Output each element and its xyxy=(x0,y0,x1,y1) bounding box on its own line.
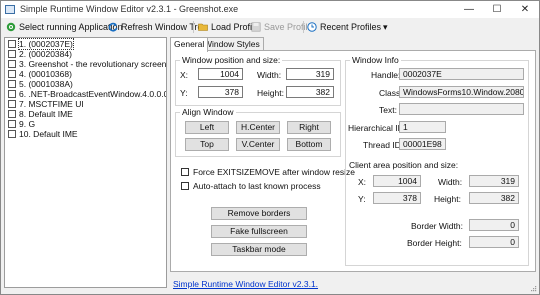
app-window-icon xyxy=(5,5,15,14)
tree-item[interactable]: 2. (00020384) xyxy=(8,49,72,59)
resize-grip-icon[interactable] xyxy=(529,284,537,292)
tree-item-checkbox[interactable] xyxy=(8,40,16,48)
height-field[interactable]: 382 xyxy=(286,86,334,98)
tree-item-checkbox[interactable] xyxy=(8,110,16,118)
title-bar: Simple Runtime Window Editor v2.3.1 - Gr… xyxy=(1,1,539,18)
align-group-title: Align Window xyxy=(180,107,236,117)
window-title: Simple Runtime Window Editor v2.3.1 - Gr… xyxy=(20,4,239,14)
client-y-field[interactable]: 378 xyxy=(373,192,421,204)
align-left-button[interactable]: Left xyxy=(185,121,229,134)
target-icon xyxy=(6,22,16,32)
recent-profiles-label: Recent Profiles xyxy=(320,22,382,32)
x-label: X: xyxy=(180,70,189,80)
tree-item-checkbox[interactable] xyxy=(8,80,16,88)
thread-id-field[interactable]: 00001E98 xyxy=(399,138,446,150)
client-width-field[interactable]: 319 xyxy=(469,175,519,187)
height-label: Height: xyxy=(257,88,284,98)
fake-fullscreen-button[interactable]: Fake fullscreen xyxy=(211,225,307,238)
checkbox-box[interactable] xyxy=(181,168,189,176)
taskbar-mode-button[interactable]: Taskbar mode xyxy=(211,243,307,256)
window-tree[interactable]: 1. (0002037E) 2. (00020384) 3. Greenshot… xyxy=(4,37,167,288)
save-disk-icon xyxy=(251,22,261,32)
general-tab-panel: Window position and size: X: 1004 Width:… xyxy=(170,50,536,272)
toolbar-separator xyxy=(193,21,194,33)
tree-item[interactable]: 6. .NET-BroadcastEventWindow.4.0.0.0. xyxy=(8,89,166,99)
client-x-label: X: xyxy=(358,177,367,187)
checkbox-box[interactable] xyxy=(181,182,189,190)
window-info-title: Window Info xyxy=(350,55,401,65)
clock-icon xyxy=(307,22,317,32)
border-width-field[interactable]: 0 xyxy=(469,219,519,231)
hierarchical-id-label: Hierarchical ID: xyxy=(348,123,407,133)
select-running-app-button[interactable]: Select running Application xyxy=(6,21,123,33)
maximize-button[interactable]: ☐ xyxy=(483,1,511,18)
position-group-title: Window position and size: xyxy=(180,55,283,65)
y-field[interactable]: 378 xyxy=(198,86,243,98)
align-bottom-button[interactable]: Bottom xyxy=(287,138,331,151)
toolbar: Select running Application Refresh Windo… xyxy=(1,18,539,36)
align-group: Align Window Left H.Center Right Top V.C… xyxy=(175,107,341,157)
hierarchical-id-field[interactable]: 1 xyxy=(399,121,446,133)
tab-general[interactable]: General xyxy=(170,37,209,52)
refresh-icon xyxy=(108,22,118,32)
tree-item-checkbox[interactable] xyxy=(8,70,16,78)
border-width-label: Border Width: xyxy=(411,221,463,231)
tree-item[interactable]: 4. (00010368) xyxy=(8,69,72,79)
tree-item[interactable]: 10. Default IME xyxy=(8,129,78,139)
auto-attach-label: Auto-attach to last known process xyxy=(193,181,321,191)
tree-item[interactable]: 3. Greenshot - the revolutionary screens xyxy=(8,59,166,69)
y-label: Y: xyxy=(180,88,188,98)
tree-item[interactable]: 7. MSCTFIME UI xyxy=(8,99,84,109)
align-hcenter-button[interactable]: H.Center xyxy=(236,121,280,134)
window-info-group: Window Info Handle: 0002037E Class: Wind… xyxy=(345,55,529,266)
client-height-field[interactable]: 382 xyxy=(469,192,519,204)
handle-label: Handle: xyxy=(371,70,401,80)
chevron-down-icon: ▾ xyxy=(383,21,388,32)
tree-item-checkbox[interactable] xyxy=(8,50,16,58)
minimize-button[interactable]: — xyxy=(455,1,483,18)
client-y-label: Y: xyxy=(358,194,366,204)
width-field[interactable]: 319 xyxy=(286,68,334,80)
tree-item-checkbox[interactable] xyxy=(8,60,16,68)
client-x-field[interactable]: 1004 xyxy=(373,175,421,187)
x-field[interactable]: 1004 xyxy=(198,68,243,80)
folder-open-icon xyxy=(198,23,208,31)
recent-profiles-dropdown[interactable]: Recent Profiles ▾ xyxy=(307,21,388,33)
handle-field[interactable]: 0002037E xyxy=(399,68,524,80)
client-height-label: Height: xyxy=(434,194,461,204)
align-vcenter-button[interactable]: V.Center xyxy=(236,138,280,151)
auto-attach-checkbox[interactable]: Auto-attach to last known process xyxy=(181,181,321,191)
tree-item-checkbox[interactable] xyxy=(8,120,16,128)
tree-item[interactable]: 9. G xyxy=(8,119,35,129)
width-label: Width: xyxy=(257,70,282,80)
position-group: Window position and size: X: 1004 Width:… xyxy=(175,55,341,106)
border-height-label: Border Height: xyxy=(407,238,462,248)
force-exitsizemove-checkbox[interactable]: Force EXITSIZEMOVE after window resize xyxy=(181,167,355,177)
align-top-button[interactable]: Top xyxy=(185,138,229,151)
tree-item-checkbox[interactable] xyxy=(8,90,16,98)
client-area-title: Client area position and size: xyxy=(349,160,459,170)
thread-id-label: Thread ID: xyxy=(363,140,404,150)
tree-item[interactable]: 8. Default IME xyxy=(8,109,73,119)
force-exitsizemove-label: Force EXITSIZEMOVE after window resize xyxy=(193,167,356,177)
refresh-tree-label: Refresh Window Tree xyxy=(121,22,208,32)
app-window: Simple Runtime Window Editor v2.3.1 - Gr… xyxy=(0,0,540,295)
tree-item[interactable]: 5. (0001038A) xyxy=(8,79,73,89)
tab-window-styles[interactable]: Window Styles xyxy=(200,37,264,51)
tree-item-checkbox[interactable] xyxy=(8,130,16,138)
save-profile-label: Save Profile xyxy=(264,22,313,32)
tree-item[interactable]: 1. (0002037E) xyxy=(8,38,74,50)
tree-item-checkbox[interactable] xyxy=(8,100,16,108)
text-field[interactable] xyxy=(399,103,524,115)
toolbar-separator xyxy=(303,21,304,33)
close-button[interactable]: ✕ xyxy=(511,1,539,18)
load-profile-button[interactable]: Load Profile xyxy=(198,21,259,33)
align-right-button[interactable]: Right xyxy=(287,121,331,134)
border-height-field[interactable]: 0 xyxy=(469,236,519,248)
remove-borders-button[interactable]: Remove borders xyxy=(211,207,307,220)
class-field[interactable]: WindowsForms10.Window.20808.a xyxy=(399,86,524,98)
app-version-link[interactable]: Simple Runtime Window Editor v2.3.1. xyxy=(173,279,318,289)
text-label: Text: xyxy=(379,105,397,115)
client-width-label: Width: xyxy=(438,177,463,187)
